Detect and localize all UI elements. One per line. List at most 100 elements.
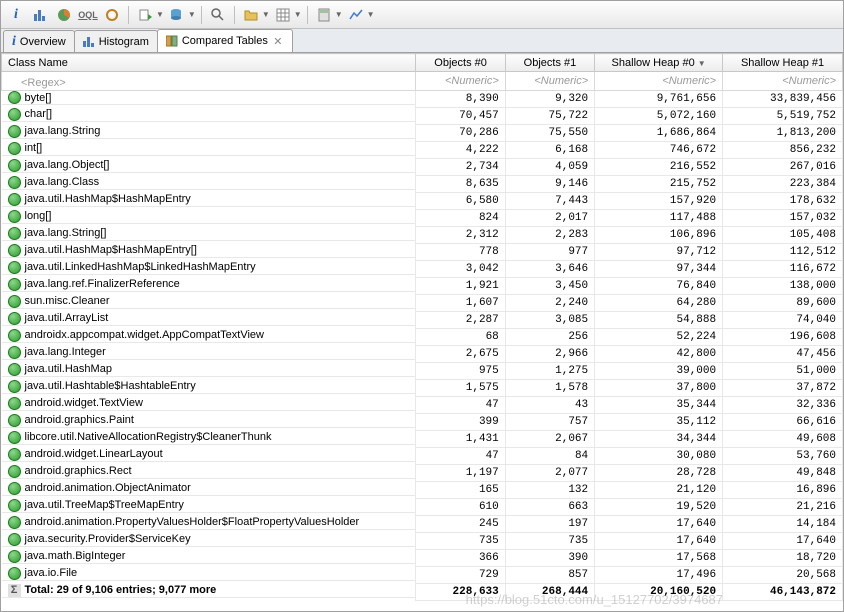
class-name-cell: java.util.LinkedHashMap$LinkedHashMapEnt… (2, 261, 416, 275)
dropdown-arrow-icon[interactable]: ▼ (367, 10, 375, 19)
heap-0-cell: 52,224 (595, 329, 723, 346)
dropdown-arrow-icon[interactable]: ▼ (188, 10, 196, 19)
class-icon (8, 244, 21, 257)
class-icon (8, 125, 21, 138)
tab-label: Overview (20, 36, 66, 48)
class-icon (8, 414, 21, 427)
heap-0-cell: 35,344 (595, 397, 723, 414)
class-name-text: java.util.HashMap (25, 363, 112, 375)
table-row[interactable]: java.lang.String 70,286 75,550 1,686,864… (2, 125, 843, 142)
class-name-text: java.lang.ref.FinalizerReference (25, 278, 180, 290)
sort-desc-icon: ▼ (698, 59, 706, 68)
objects-0-cell: 610 (416, 499, 505, 516)
table-row[interactable]: java.security.Provider$ServiceKey 735 73… (2, 533, 843, 550)
class-icon (8, 278, 21, 291)
table-row[interactable]: java.lang.Integer 2,675 2,966 42,800 47,… (2, 346, 843, 363)
table-row[interactable]: java.io.File 729 857 17,496 20,568 (2, 567, 843, 584)
table-row[interactable]: byte[] 8,390 9,320 9,761,656 33,839,456 (2, 91, 843, 108)
heap-1-cell: 196,608 (723, 329, 843, 346)
chart-line-icon[interactable] (345, 4, 367, 26)
heap-1-cell: 89,600 (723, 295, 843, 312)
tab-overview[interactable]: i Overview (3, 30, 75, 52)
class-icon (8, 108, 21, 121)
dropdown-arrow-icon[interactable]: ▼ (335, 10, 343, 19)
table-row[interactable]: android.animation.PropertyValuesHolder$F… (2, 516, 843, 533)
objects-0-cell: 824 (416, 210, 505, 227)
heap-0-cell: 19,520 (595, 499, 723, 516)
db-query-icon[interactable] (166, 4, 188, 26)
dropdown-arrow-icon[interactable]: ▼ (294, 10, 302, 19)
table-row[interactable]: java.lang.Class 8,635 9,146 215,752 223,… (2, 176, 843, 193)
info-icon[interactable]: i (5, 4, 27, 26)
class-name-cell: android.graphics.Rect (2, 465, 416, 479)
bar-chart-icon[interactable] (29, 4, 51, 26)
heap-0-cell: 30,080 (595, 448, 723, 465)
objects-0-cell: 68 (416, 329, 505, 346)
heap-1-cell: 14,184 (723, 516, 843, 533)
objects-0-cell: 47 (416, 448, 505, 465)
gear-icon[interactable] (101, 4, 123, 26)
pie-chart-icon[interactable] (53, 4, 75, 26)
run-report-icon[interactable] (134, 4, 156, 26)
class-icon (8, 516, 21, 529)
objects-0-cell: 8,390 (416, 91, 505, 108)
class-name-cell: java.lang.Class (2, 176, 416, 190)
dropdown-arrow-icon[interactable]: ▼ (262, 10, 270, 19)
table-row[interactable]: android.widget.LinearLayout 47 84 30,080… (2, 448, 843, 465)
close-icon[interactable]: ✕ (272, 35, 284, 47)
table-row[interactable]: java.util.ArrayList 2,287 3,085 54,888 7… (2, 312, 843, 329)
class-name-cell: java.lang.ref.FinalizerReference (2, 278, 416, 292)
table-row[interactable]: android.animation.ObjectAnimator 165 132… (2, 482, 843, 499)
total-h0: 20,160,520 (595, 584, 723, 601)
heap-0-cell: 28,728 (595, 465, 723, 482)
table-row[interactable]: long[] 824 2,017 117,488 157,032 (2, 210, 843, 227)
open-folder-icon[interactable] (240, 4, 262, 26)
dropdown-arrow-icon[interactable]: ▼ (156, 10, 164, 19)
total-row: ΣTotal: 29 of 9,106 entries; 9,077 more … (2, 584, 843, 601)
col-objects-1[interactable]: Objects #1 (505, 54, 594, 72)
class-name-cell: int[] (2, 142, 416, 156)
col-objects-0[interactable]: Objects #0 (416, 54, 505, 72)
table-row[interactable]: char[] 70,457 75,722 5,072,160 5,519,752 (2, 108, 843, 125)
tab-compared-tables[interactable]: Compared Tables ✕ (157, 29, 293, 52)
table-row[interactable]: java.util.TreeMap$TreeMapEntry 610 663 1… (2, 499, 843, 516)
table-row[interactable]: androidx.appcompat.widget.AppCompatTextV… (2, 329, 843, 346)
table-row[interactable]: android.graphics.Rect 1,197 2,077 28,728… (2, 465, 843, 482)
table-row[interactable]: int[] 4,222 6,168 746,672 856,232 (2, 142, 843, 159)
table-row[interactable]: java.lang.Object[] 2,734 4,059 216,552 2… (2, 159, 843, 176)
table-row[interactable]: java.util.Hashtable$HashtableEntry 1,575… (2, 380, 843, 397)
heap-0-cell: 106,896 (595, 227, 723, 244)
objects-1-cell: 197 (505, 516, 594, 533)
table-row[interactable]: java.util.HashMap 975 1,275 39,000 51,00… (2, 363, 843, 380)
search-icon[interactable] (207, 4, 229, 26)
table-row[interactable]: libcore.util.NativeAllocationRegistry$Cl… (2, 431, 843, 448)
col-shallow-heap-0[interactable]: Shallow Heap #0 ▼ (595, 54, 723, 72)
objects-1-cell: 2,283 (505, 227, 594, 244)
table-row[interactable]: sun.misc.Cleaner 1,607 2,240 64,280 89,6… (2, 295, 843, 312)
grid-icon[interactable] (272, 4, 294, 26)
table-row[interactable]: android.widget.TextView 47 43 35,344 32,… (2, 397, 843, 414)
col-shallow-heap-1[interactable]: Shallow Heap #1 (723, 54, 843, 72)
table-row[interactable]: java.util.HashMap$HashMapEntry 6,580 7,4… (2, 193, 843, 210)
table-row[interactable]: java.math.BigInteger 366 390 17,568 18,7… (2, 550, 843, 567)
class-name-cell: libcore.util.NativeAllocationRegistry$Cl… (2, 431, 416, 445)
col-class-name[interactable]: Class Name (2, 54, 416, 72)
main-toolbar: i OQL ▼ ▼ ▼ ▼ ▼ ▼ (1, 1, 843, 29)
filter-numeric[interactable]: <Numeric> (723, 72, 843, 91)
class-name-cell: androidx.appcompat.widget.AppCompatTextV… (2, 329, 416, 343)
class-icon (8, 431, 21, 444)
filter-numeric[interactable]: <Numeric> (505, 72, 594, 91)
table-row[interactable]: android.graphics.Paint 399 757 35,112 66… (2, 414, 843, 431)
table-row[interactable]: java.lang.ref.FinalizerReference 1,921 3… (2, 278, 843, 295)
tab-histogram[interactable]: Histogram (74, 30, 158, 52)
objects-1-cell: 9,320 (505, 91, 594, 108)
table-row[interactable]: java.util.HashMap$HashMapEntry[] 778 977… (2, 244, 843, 261)
table-row[interactable]: java.util.LinkedHashMap$LinkedHashMapEnt… (2, 261, 843, 278)
calculator-icon[interactable] (313, 4, 335, 26)
table-row[interactable]: java.lang.String[] 2,312 2,283 106,896 1… (2, 227, 843, 244)
filter-regex[interactable]: <Regex> (2, 72, 416, 91)
filter-numeric[interactable]: <Numeric> (595, 72, 723, 91)
objects-1-cell: 75,550 (505, 125, 594, 142)
filter-numeric[interactable]: <Numeric> (416, 72, 505, 91)
sql-icon[interactable]: OQL (77, 4, 99, 26)
